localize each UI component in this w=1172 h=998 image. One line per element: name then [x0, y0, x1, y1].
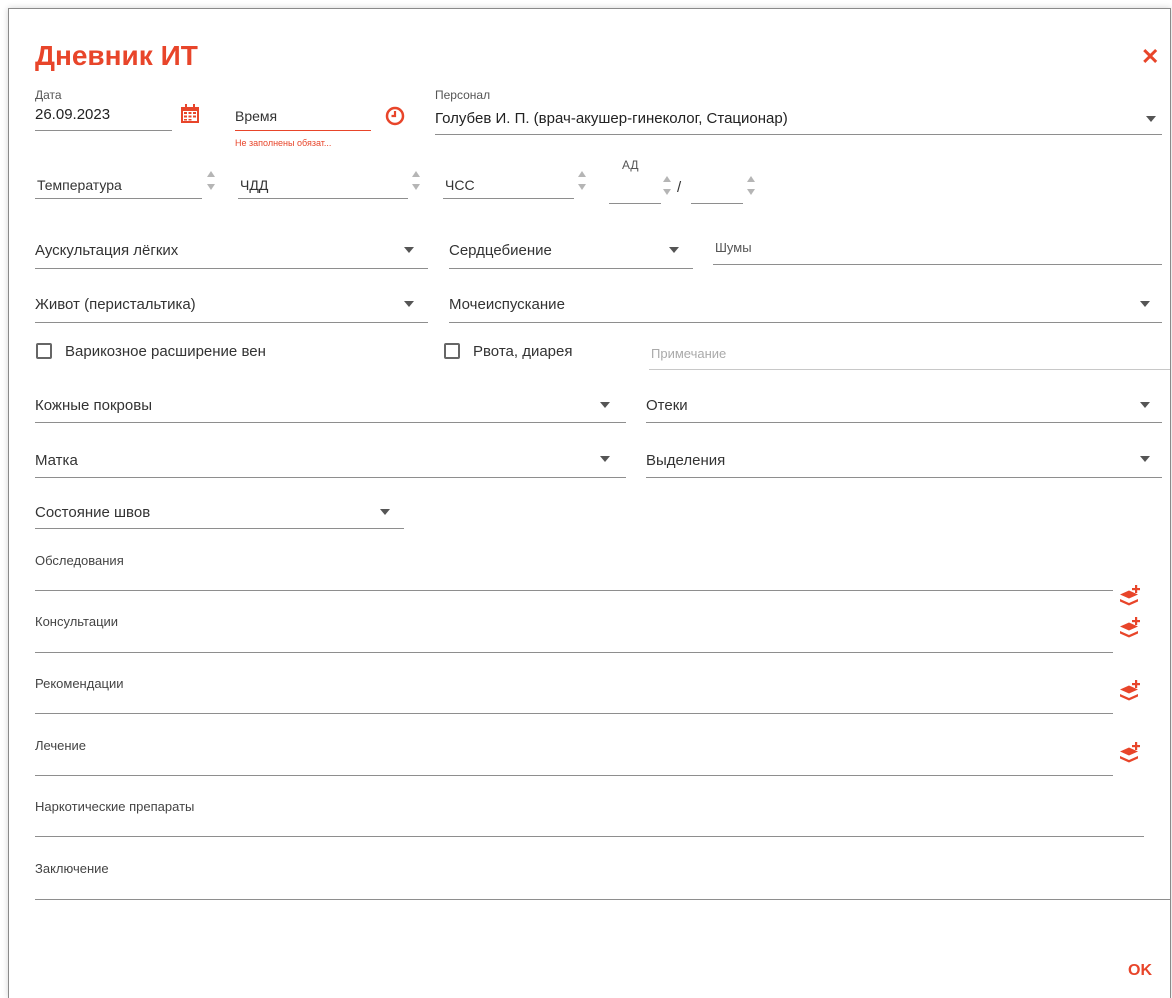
- close-icon[interactable]: ✕: [1141, 46, 1159, 68]
- bp-diastolic-spinner[interactable]: [747, 176, 757, 198]
- exams-field[interactable]: Обследования: [35, 553, 124, 568]
- conclusion-field[interactable]: Заключение: [35, 861, 109, 876]
- rr-spinner[interactable]: [412, 171, 422, 193]
- time-error: Не заполнены обязат...: [235, 138, 332, 148]
- bp-label: АД: [622, 158, 639, 172]
- rr-field[interactable]: ЧДД: [240, 177, 268, 193]
- discharge-chevron-down-icon[interactable]: [1140, 456, 1150, 462]
- recommend-add-layers-icon[interactable]: [1118, 679, 1142, 703]
- exams-add-layers-icon[interactable]: [1118, 584, 1142, 608]
- treatment-field[interactable]: Лечение: [35, 738, 86, 753]
- abdomen-chevron-down-icon[interactable]: [404, 301, 414, 307]
- hr-field[interactable]: ЧСС: [445, 177, 475, 193]
- discharge-select[interactable]: Выделения: [646, 452, 725, 469]
- note-field[interactable]: Примечание: [651, 346, 726, 361]
- treatment-add-layers-icon[interactable]: [1118, 741, 1142, 765]
- lungs-chevron-down-icon[interactable]: [404, 247, 414, 253]
- bp-separator: /: [677, 179, 682, 196]
- consults-field[interactable]: Консультации: [35, 614, 118, 629]
- dialog-title: Дневник ИТ: [35, 40, 198, 71]
- edema-select[interactable]: Отеки: [646, 397, 688, 414]
- consults-add-layers-icon[interactable]: [1118, 616, 1142, 640]
- skin-select[interactable]: Кожные покровы: [35, 397, 152, 414]
- vomit-label: Рвота, диарея: [473, 343, 573, 360]
- bp-systolic-spinner[interactable]: [663, 176, 673, 198]
- dialog-window: [8, 8, 1171, 998]
- bp-diastolic-field[interactable]: [691, 203, 743, 204]
- heartbeat-chevron-down-icon[interactable]: [669, 247, 679, 253]
- varicose-label: Варикозное расширение вен: [65, 343, 266, 360]
- noise-field[interactable]: Шумы: [715, 240, 752, 255]
- varicose-checkbox[interactable]: [36, 343, 52, 359]
- bp-systolic-field[interactable]: [609, 203, 661, 204]
- edema-chevron-down-icon[interactable]: [1140, 402, 1150, 408]
- vomit-checkbox[interactable]: [444, 343, 460, 359]
- abdomen-select[interactable]: Живот (перистальтика): [35, 296, 196, 313]
- skin-chevron-down-icon[interactable]: [600, 402, 610, 408]
- staff-chevron-down-icon[interactable]: [1146, 116, 1156, 122]
- staff-label: Персонал: [435, 88, 491, 102]
- clock-icon[interactable]: [385, 106, 405, 126]
- date-field[interactable]: 26.09.2023: [35, 106, 110, 123]
- temperature-field[interactable]: Температура: [37, 177, 122, 193]
- lungs-select[interactable]: Аускультация лёгких: [35, 242, 178, 259]
- time-label: Время: [235, 108, 278, 124]
- recommend-field[interactable]: Рекомендации: [35, 676, 124, 691]
- temperature-spinner[interactable]: [207, 171, 217, 193]
- ok-button[interactable]: OK: [1128, 962, 1152, 980]
- hr-spinner[interactable]: [578, 171, 588, 193]
- urination-chevron-down-icon[interactable]: [1140, 301, 1150, 307]
- staff-select[interactable]: Голубев И. П. (врач-акушер-гинеколог, Ст…: [435, 110, 788, 127]
- date-label: Дата: [35, 88, 62, 102]
- sutures-select[interactable]: Состояние швов: [35, 504, 150, 521]
- uterus-select[interactable]: Матка: [35, 452, 78, 469]
- uterus-chevron-down-icon[interactable]: [600, 456, 610, 462]
- sutures-chevron-down-icon[interactable]: [380, 509, 390, 515]
- narcotic-field[interactable]: Наркотические препараты: [35, 799, 194, 814]
- heartbeat-select[interactable]: Сердцебиение: [449, 242, 552, 259]
- urination-select[interactable]: Мочеиспускание: [449, 296, 565, 313]
- calendar-icon[interactable]: [180, 104, 200, 124]
